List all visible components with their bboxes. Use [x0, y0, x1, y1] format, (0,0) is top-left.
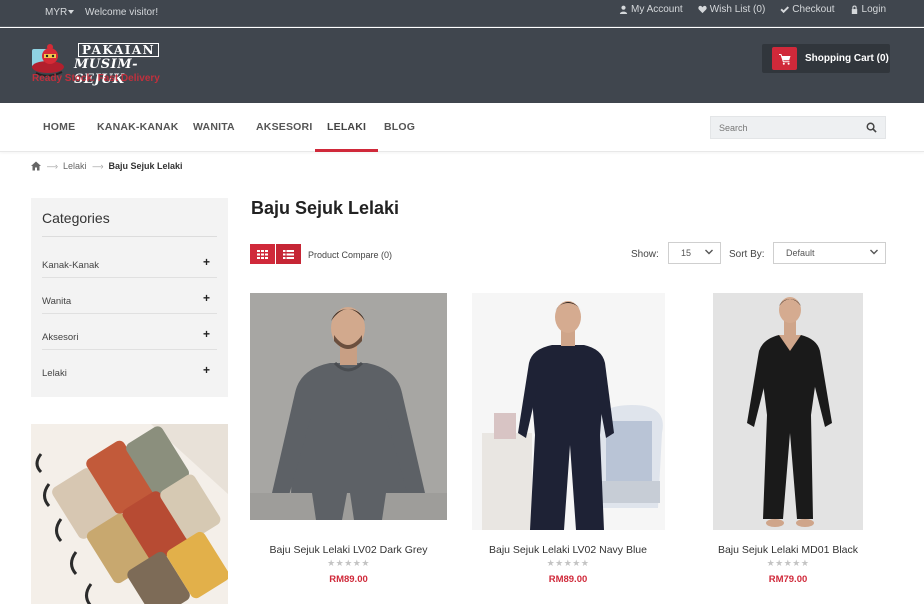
sort-by-label: Sort By:: [729, 249, 765, 260]
product-compare-link[interactable]: Product Compare (0): [308, 250, 392, 260]
plus-icon[interactable]: +: [203, 255, 210, 269]
product-name[interactable]: Baju Sejuk Lelaki LV02 Navy Blue: [459, 544, 677, 556]
breadcrumb-current: Baju Sejuk Lelaki: [108, 161, 183, 171]
login-link[interactable]: Login: [850, 4, 886, 15]
nav-item-aksesori[interactable]: AKSESORI: [256, 103, 312, 152]
logo-tagline: Ready Stock. Fast Delivery: [32, 73, 160, 84]
search-box: [710, 116, 886, 139]
categories-panel: Categories Kanak-Kanak + Wanita + Akseso…: [31, 198, 228, 397]
product-name[interactable]: Baju Sejuk Lelaki MD01 Black: [677, 544, 899, 556]
plus-icon[interactable]: +: [203, 291, 210, 305]
nav-item-blog[interactable]: BLOG: [384, 103, 415, 152]
page-title: Baju Sejuk Lelaki: [251, 198, 400, 218]
product-image[interactable]: [713, 293, 863, 530]
socks-photo: [31, 424, 228, 604]
category-label: Lelaki: [42, 368, 67, 379]
search-input[interactable]: [711, 117, 851, 138]
breadcrumb-separator-icon: —›: [92, 161, 104, 171]
wishlist-label: Wish List (0): [709, 4, 766, 15]
category-label: Kanak-Kanak: [42, 260, 100, 271]
category-item-lelaki[interactable]: Lelaki +: [42, 350, 217, 386]
my-account-link[interactable]: My Account: [619, 4, 683, 15]
nav-item-wanita[interactable]: WANITA: [193, 103, 235, 152]
shopping-cart-label: Shopping Cart (0): [805, 53, 889, 64]
breadcrumb-item-lelaki[interactable]: Lelaki: [63, 161, 87, 171]
wishlist-link[interactable]: Wish List (0): [698, 4, 766, 15]
category-item-aksesori[interactable]: Aksesori +: [42, 314, 217, 350]
view-toggle: [250, 244, 301, 264]
product-image[interactable]: [472, 293, 665, 530]
grid-view-button[interactable]: [250, 244, 275, 264]
user-icon: [619, 5, 628, 14]
header: PAKAIAN MUSIM-SEJUK Ready Stock. Fast De…: [0, 28, 924, 103]
product-image[interactable]: [250, 293, 447, 520]
plus-icon[interactable]: +: [203, 363, 210, 377]
product-photo-black: [713, 293, 863, 530]
currency-label: MYR: [45, 7, 68, 18]
rating-stars-icon: ★★★★★: [546, 558, 590, 568]
login-label: Login: [861, 4, 886, 15]
show-select[interactable]: 15: [668, 242, 721, 264]
search-icon[interactable]: [866, 122, 877, 133]
nav-item-kanak-kanak[interactable]: KANAK-KANAK: [97, 103, 179, 152]
shopping-cart-icon: [778, 53, 790, 65]
product-price: RM89.00: [329, 574, 368, 585]
top-bar: MYR Welcome visitor! My Account Wish Lis…: [0, 0, 924, 27]
rating-stars-icon: ★★★★★: [766, 558, 810, 568]
show-select-value: 15: [681, 248, 692, 258]
heart-icon: [698, 5, 707, 14]
sort-select-value: Default: [786, 248, 815, 258]
product-price: RM79.00: [768, 574, 808, 585]
list-view-button[interactable]: [276, 244, 301, 264]
product-price: RM89.00: [548, 574, 588, 585]
check-icon: [780, 6, 790, 14]
categories-title: Categories: [42, 210, 110, 226]
chevron-down-icon: [68, 10, 75, 15]
plus-icon[interactable]: +: [203, 327, 210, 341]
chevron-down-icon: [870, 249, 878, 255]
checkout-link[interactable]: Checkout: [780, 4, 835, 15]
breadcrumb: —› Lelaki —› Baju Sejuk Lelaki: [31, 161, 183, 171]
cart-icon-box: [772, 47, 797, 70]
sidebar-banner-image[interactable]: [31, 424, 228, 604]
main-nav: HOME KANAK-KANAK WANITA AKSESORI LELAKI …: [0, 103, 924, 152]
welcome-text: Welcome visitor!: [85, 7, 159, 18]
list-icon: [283, 249, 294, 259]
category-item-wanita[interactable]: Wanita +: [42, 278, 217, 314]
category-label: Wanita: [42, 296, 72, 307]
checkout-label: Checkout: [792, 4, 835, 15]
categories-divider: [42, 236, 217, 237]
category-item-kanak-kanak[interactable]: Kanak-Kanak +: [42, 242, 217, 278]
sort-select[interactable]: Default: [773, 242, 886, 264]
top-links: My Account Wish List (0) Checkout Login: [619, 4, 886, 15]
currency-selector[interactable]: MYR: [45, 7, 75, 18]
breadcrumb-separator-icon: —›: [47, 161, 58, 171]
product-photo-dark-grey: [250, 293, 447, 520]
shopping-cart-button[interactable]: Shopping Cart (0): [762, 44, 890, 73]
rating-stars-icon: ★★★★★: [327, 558, 370, 568]
product-name[interactable]: Baju Sejuk Lelaki LV02 Dark Grey: [250, 544, 447, 556]
show-label: Show:: [631, 249, 659, 260]
category-label: Aksesori: [42, 332, 79, 343]
product-photo-navy-blue: [472, 293, 665, 530]
grid-icon: [257, 249, 268, 259]
site-logo[interactable]: PAKAIAN MUSIM-SEJUK Ready Stock. Fast De…: [30, 41, 180, 87]
chevron-down-icon: [705, 249, 713, 255]
nav-item-lelaki[interactable]: LELAKI: [314, 103, 379, 152]
lock-icon: [851, 5, 857, 14]
logo-title-line1: PAKAIAN: [78, 43, 160, 57]
my-account-label: My Account: [631, 4, 683, 15]
home-icon[interactable]: [31, 161, 41, 171]
nav-item-home[interactable]: HOME: [43, 103, 75, 152]
